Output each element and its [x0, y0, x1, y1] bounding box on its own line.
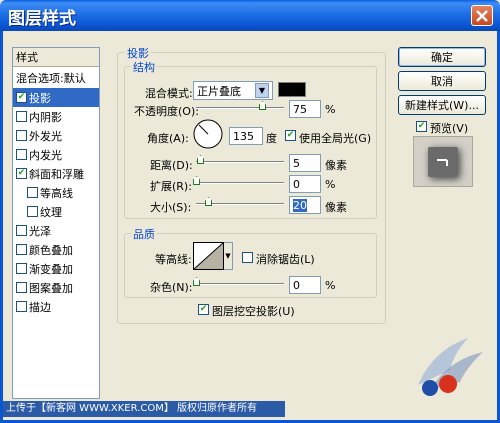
footer-watermark-text: 上传于【新客网 WWW.XKER.COM】 版权归原作者所有 — [3, 401, 285, 417]
sidebar-item-texture[interactable]: 纹理 — [13, 202, 99, 221]
sidebar-item-bevel-emboss[interactable]: ✔ 斜面和浮雕 — [13, 164, 99, 183]
style-preview-swatch — [428, 146, 458, 177]
watermark-logo — [418, 338, 483, 396]
checkbox[interactable] — [16, 282, 27, 293]
checkbox[interactable] — [16, 130, 27, 141]
style-preview-box — [413, 136, 473, 187]
checkbox[interactable] — [16, 301, 27, 312]
antialias-label: 消除锯齿(L) — [256, 253, 315, 266]
sidebar-item-color-overlay[interactable]: 颜色叠加 — [13, 240, 99, 259]
size-label: 大小(S): — [150, 201, 192, 214]
noise-label: 杂色(N): — [150, 281, 193, 294]
title-bar: 图层样式 — [0, 0, 500, 31]
contour-dropdown-icon[interactable]: ▼ — [224, 242, 233, 270]
angle-input[interactable]: 135 — [229, 127, 263, 145]
blend-mode-select[interactable]: 正片叠底 ▼ — [193, 81, 273, 100]
structure-title: 结构 — [131, 59, 157, 75]
sidebar-item-inner-shadow[interactable]: 内阴影 — [13, 107, 99, 126]
size-input[interactable]: 20 — [289, 196, 321, 214]
sidebar-item-blend-options[interactable]: 混合选项:默认 — [13, 68, 99, 87]
checkbox[interactable] — [16, 225, 27, 236]
checkbox[interactable] — [16, 149, 27, 160]
knockout-label: 图层挖空投影(U) — [212, 305, 295, 318]
global-light-label: 使用全局光(G) — [299, 132, 372, 145]
sidebar-item-outer-glow[interactable]: 外发光 — [13, 126, 99, 145]
spread-input[interactable]: 0 — [289, 175, 321, 193]
sidebar-item-contour[interactable]: 等高线 — [13, 183, 99, 202]
checkbox[interactable] — [16, 244, 27, 255]
sidebar-item-stroke[interactable]: 描边 — [13, 297, 99, 316]
sidebar-item-drop-shadow[interactable]: ✔ 投影 — [13, 88, 99, 107]
checkbox[interactable] — [16, 111, 27, 122]
antialias-checkbox[interactable] — [242, 252, 253, 263]
opacity-unit: % — [325, 103, 336, 116]
new-style-button[interactable]: 新建样式(W)... — [398, 95, 486, 115]
opacity-input[interactable]: 75 — [289, 100, 321, 118]
angle-unit: 度 — [266, 132, 277, 145]
preview-checkbox[interactable]: ✔ — [416, 121, 427, 132]
distance-slider[interactable] — [196, 161, 284, 163]
sidebar-item-gradient-overlay[interactable]: 渐变叠加 — [13, 259, 99, 278]
contour-preview[interactable] — [193, 242, 224, 270]
spread-label: 扩展(R): — [150, 180, 192, 193]
angle-dial[interactable] — [193, 119, 223, 149]
knockout-checkbox[interactable]: ✔ — [198, 304, 209, 315]
cancel-button[interactable]: 取消 — [398, 71, 486, 91]
angle-label: 角度(A): — [147, 132, 189, 145]
checkbox[interactable]: ✔ — [16, 168, 27, 179]
blend-mode-label: 混合模式: — [145, 87, 193, 100]
close-button[interactable] — [471, 5, 493, 26]
chevron-down-icon[interactable]: ▼ — [255, 83, 269, 98]
size-unit: 像素 — [325, 201, 347, 214]
opacity-slider[interactable] — [196, 107, 284, 109]
close-icon — [476, 9, 488, 22]
contour-label: 等高线: — [155, 253, 192, 266]
global-light-checkbox[interactable]: ✔ — [285, 130, 296, 141]
layer-sample-icon — [437, 158, 448, 166]
sidebar-item-inner-glow[interactable]: 内发光 — [13, 145, 99, 164]
checkbox[interactable]: ✔ — [16, 92, 27, 103]
contour-curve-icon — [193, 242, 224, 270]
opacity-label: 不透明度(O): — [134, 105, 199, 118]
spread-slider[interactable] — [196, 182, 284, 184]
style-list-header: 样式 — [13, 48, 99, 67]
checkbox[interactable] — [16, 263, 27, 274]
window-title: 图层样式 — [8, 9, 76, 29]
distance-unit: 像素 — [325, 159, 347, 172]
spread-unit: % — [325, 178, 336, 191]
checkbox[interactable] — [27, 187, 38, 198]
preview-label: 预览(V) — [430, 122, 469, 135]
style-list: 样式 混合选项:默认 ✔ 投影 内阴影 外发光 内发光 ✔ 斜面和浮雕 等高线 纹理… — [12, 47, 100, 399]
noise-unit: % — [325, 279, 336, 292]
distance-label: 距离(D): — [150, 159, 193, 172]
distance-input[interactable]: 5 — [289, 154, 321, 172]
ok-button[interactable]: 确定 — [398, 47, 486, 67]
quality-title: 品质 — [131, 226, 157, 242]
noise-input[interactable]: 0 — [289, 276, 321, 294]
checkbox[interactable] — [27, 206, 38, 217]
sidebar-item-pattern-overlay[interactable]: 图案叠加 — [13, 278, 99, 297]
noise-slider[interactable] — [196, 283, 284, 285]
sidebar-item-satin[interactable]: 光泽 — [13, 221, 99, 240]
shadow-color-swatch[interactable] — [278, 82, 306, 97]
